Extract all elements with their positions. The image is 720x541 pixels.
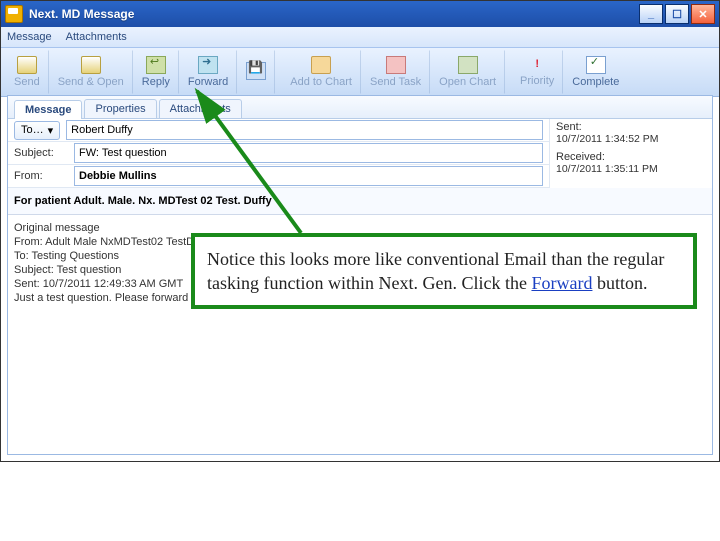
priority-button[interactable]: ! Priority [511, 50, 563, 94]
toolbar: Send Send & Open Reply Forward Add to Ch… [1, 48, 719, 97]
open-chart-button[interactable]: Open Chart [430, 50, 505, 94]
to-button[interactable]: To… ▾ [14, 121, 60, 140]
forward-icon [198, 56, 218, 74]
app-icon [5, 5, 23, 23]
close-button[interactable]: ✕ [691, 4, 715, 24]
received-label: Received: [556, 151, 706, 163]
app-window: Next. MD Message _ ☐ ✕ Message Attachmen… [0, 0, 720, 462]
task-icon [386, 56, 406, 74]
menu-message[interactable]: Message [7, 31, 52, 43]
complete-label: Complete [572, 76, 619, 88]
sent-value: 10/7/2011 1:34:52 PM [556, 133, 706, 145]
folder-icon [311, 56, 331, 74]
complete-button[interactable]: Complete [563, 50, 627, 94]
send-button[interactable]: Send [5, 50, 49, 94]
send-open-button[interactable]: Send & Open [49, 50, 133, 94]
tab-message[interactable]: Message [14, 100, 82, 119]
maximize-button[interactable]: ☐ [665, 4, 689, 24]
reply-label: Reply [142, 76, 170, 88]
menu-attachments[interactable]: Attachments [66, 31, 127, 43]
save-button[interactable] [237, 50, 275, 94]
tabstrip: Message Properties Attachments [8, 96, 712, 119]
reply-button[interactable]: Reply [133, 50, 179, 94]
sent-label: Sent: [556, 121, 706, 133]
save-icon [246, 62, 266, 80]
tab-properties[interactable]: Properties [84, 99, 156, 118]
mail-open-icon [81, 56, 101, 74]
subject-field[interactable] [74, 143, 543, 163]
window-title: Next. MD Message [29, 7, 639, 21]
received-value: 10/7/2011 1:35:11 PM [556, 163, 706, 175]
header-block: To… ▾ Subject: From: Sent: 10/7/2011 1:3… [8, 119, 712, 188]
tutorial-annotation: Notice this looks more like conventional… [191, 233, 697, 309]
titlebar: Next. MD Message _ ☐ ✕ [1, 1, 719, 27]
subject-row: Subject: [8, 142, 549, 165]
from-field[interactable] [74, 166, 543, 186]
open-chart-label: Open Chart [439, 76, 496, 88]
forward-button[interactable]: Forward [179, 50, 237, 94]
mail-icon [17, 56, 37, 74]
add-chart-label: Add to Chart [290, 76, 352, 88]
to-row: To… ▾ [8, 119, 549, 142]
tab-attachments[interactable]: Attachments [159, 99, 242, 118]
timestamps-panel: Sent: 10/7/2011 1:34:52 PM Received: 10/… [549, 119, 712, 188]
priority-label: Priority [520, 75, 554, 87]
chevron-down-icon: ▾ [48, 124, 54, 137]
complete-icon [586, 56, 606, 74]
annotation-text-post: button. [592, 273, 647, 293]
send-label: Send [14, 76, 40, 88]
annotation-forward-link: Forward [531, 273, 592, 293]
send-task-label: Send Task [370, 76, 421, 88]
from-label: From: [14, 170, 74, 182]
add-to-chart-button[interactable]: Add to Chart [281, 50, 361, 94]
send-task-button[interactable]: Send Task [361, 50, 430, 94]
priority-icon: ! [528, 57, 546, 73]
menubar: Message Attachments [1, 27, 719, 48]
minimize-button[interactable]: _ [639, 4, 663, 24]
subject-label: Subject: [14, 147, 74, 159]
patient-line: For patient Adult. Male. Nx. MDTest 02 T… [14, 195, 272, 207]
patient-row: For patient Adult. Male. Nx. MDTest 02 T… [8, 188, 712, 215]
forward-label: Forward [188, 76, 228, 88]
reply-icon [146, 56, 166, 74]
window-controls: _ ☐ ✕ [639, 4, 715, 24]
chart-icon [458, 56, 478, 74]
send-open-label: Send & Open [58, 76, 124, 88]
to-label: To… [21, 124, 44, 136]
to-field[interactable] [66, 120, 543, 140]
from-row: From: [8, 165, 549, 188]
